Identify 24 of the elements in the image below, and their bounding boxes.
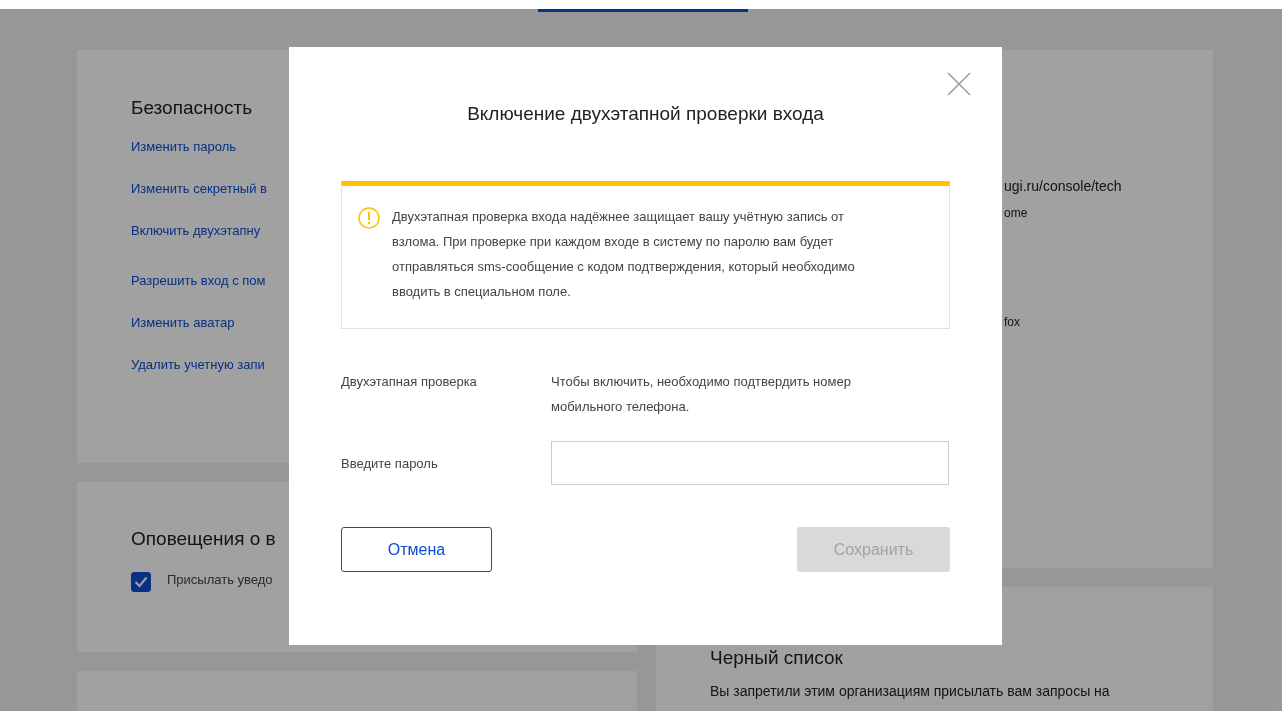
session-text: ugi.ru/console/tech [1004,178,1122,194]
settings-link[interactable]: Удалить учетную запи [131,357,265,372]
field-label: Введите пароль [341,454,439,473]
settings-link[interactable]: Изменить аватар [131,315,235,330]
field-label: Двухэтапная проверка [341,373,478,391]
settings-link[interactable]: Изменить секретный в [131,181,267,196]
session-text: ome [1004,206,1028,220]
modal-title: Включение двухэтапной проверки входа [466,103,825,125]
session-text: fox [1004,315,1020,329]
field-description: Чтобы включить, необходимо подтвердить номер мобильного телефона. [551,373,852,416]
notice-text: Двухэтапная проверка входа надёжнее защищает вашу учётную запись от взлома. При проверке при каждом входе в систему по паролю вам будет отправляться sms-сообщение с кодом подтверждения, который необходимо вводить в специальном поле. [392,208,856,301]
cancel-button[interactable]: Отмена [341,527,492,572]
settings-link[interactable]: Включить двухэтапну [131,223,261,238]
checkbox-label: Присылать уведо [167,572,273,587]
section-text: Вы запретили этим организациям присылать вам запросы на [710,683,1110,699]
section-title: Черный список [710,647,843,669]
section-title: Оповещения о в [131,528,276,550]
password-field[interactable] [551,441,949,485]
checkbox[interactable] [131,572,151,592]
section-title: Безопасность [131,97,253,119]
settings-link[interactable]: Изменить пароль [131,139,237,154]
warning-icon [358,207,380,229]
settings-link[interactable]: Разрешить вход с пом [131,273,266,288]
close-icon[interactable] [946,71,972,97]
